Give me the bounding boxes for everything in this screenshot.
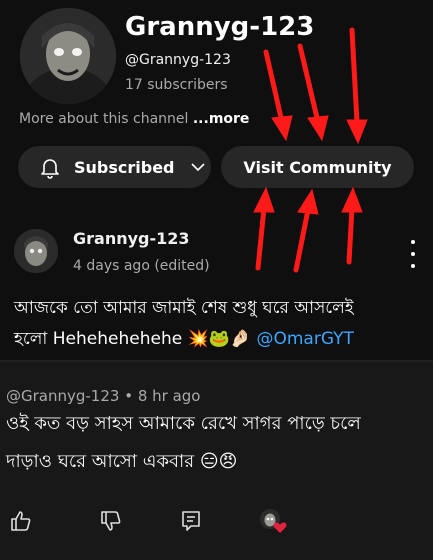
post-body: আজকে তো আমার জামাই শেষ শুধু ঘরে আসলেই হল… — [14, 293, 424, 355]
arrow-down-2-head — [307, 115, 329, 142]
arrow-down-2 — [297, 43, 321, 125]
arrow-up-1-head — [253, 186, 275, 213]
arrow-up-2-head — [297, 188, 319, 215]
post-text-line1: আজকে তো আমার জামাই শেষ শুধু ঘরে আসলেই — [14, 298, 354, 318]
arrow-up-2 — [293, 207, 311, 273]
comment-body: ওই কত বড় সাহস আমাকে রেখে সাগর পাড়ে চলে… — [6, 405, 433, 481]
post-text-line2: হলো Hehehehehehe 💥🐸🤌🏻 — [14, 329, 252, 349]
arrow-up-3 — [346, 205, 355, 265]
creator-heart-icon — [256, 506, 290, 536]
arrow-down-3 — [349, 27, 360, 125]
thumbs-up-icon[interactable] — [6, 506, 36, 536]
arrow-up-1 — [255, 205, 267, 271]
arrow-down-3-head — [346, 119, 368, 145]
comment-meta: @Grannyg-123 • 8 hr ago — [6, 387, 201, 405]
kebab-menu-icon[interactable] — [406, 240, 420, 268]
post-timestamp: 4 days ago (edited) — [73, 258, 210, 274]
post-author-name[interactable]: Grannyg-123 — [73, 229, 190, 248]
arrow-down-1-head — [271, 115, 293, 142]
comment-line2: দাড়াও ঘরে আসো একবার 😑😠 — [6, 451, 238, 472]
thumbs-down-icon[interactable] — [96, 506, 126, 536]
arrow-down-1 — [263, 49, 285, 125]
post-author-avatar[interactable] — [14, 229, 58, 273]
comments-icon[interactable] — [176, 506, 206, 536]
mention-link[interactable]: @OmarGYT — [256, 329, 353, 349]
arrow-up-3-head — [341, 186, 363, 213]
comment-line1: ওই কত বড় সাহস আমাকে রেখে সাগর পাড়ে চলে — [6, 413, 361, 434]
